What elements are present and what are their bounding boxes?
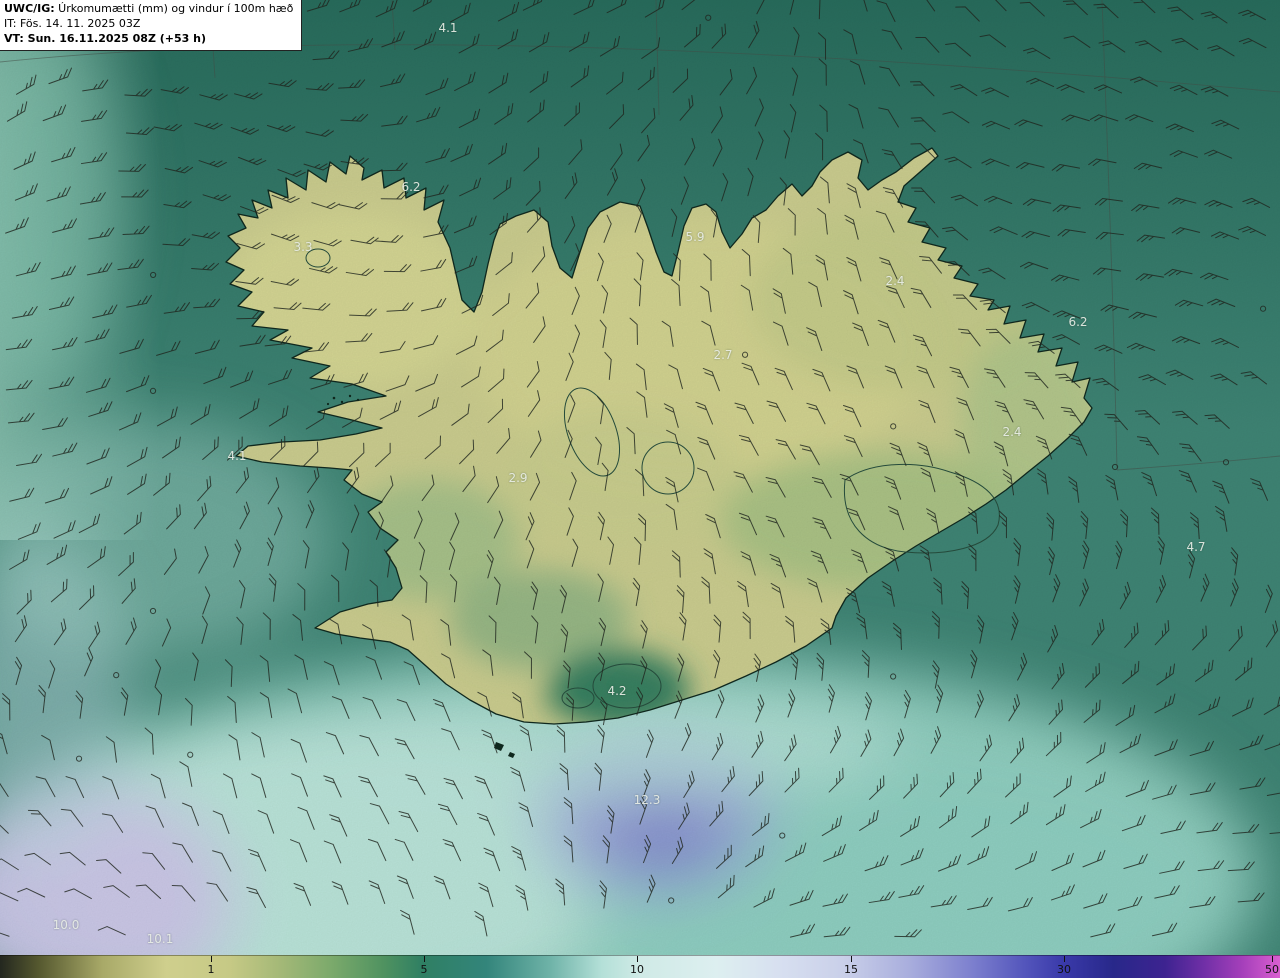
colorbar-tick-mark [851, 956, 852, 962]
title-box: UWC/IG: Úrkomumætti (mm) og vindur í 100… [0, 0, 303, 51]
colorbar-tick-mark [1272, 956, 1273, 962]
init-time-line: IT: Fös. 14. 11. 2025 03Z [4, 16, 141, 30]
colorbar-tick-label: 30 [1057, 963, 1071, 976]
model-title-line: UWC/IG: Úrkomumætti (mm) og vindur í 100… [4, 2, 293, 17]
model-title-text: Úrkomumætti (mm) og vindur í 100m hæð [54, 2, 294, 15]
colorbar-tick-mark [1064, 956, 1065, 962]
valid-time-line: VT: Sun. 16.11.2025 08Z (+53 h) [4, 31, 207, 45]
grain-texture [0, 0, 1280, 978]
colorbar-tick-mark [424, 956, 425, 962]
colorbar-tick-label: 5 [420, 963, 428, 976]
colorbar-tick-label: 50 [1265, 963, 1279, 976]
colorbar: 1 5 10 15 30 50 [0, 955, 1280, 978]
colorbar-tick-mark [637, 956, 638, 962]
colorbar-tick-label: 15 [844, 963, 858, 976]
model-label: UWC/IG: [4, 2, 55, 15]
weather-map-stage: 4.1 6.2 3.3 5.9 2.4 6.2 2.7 2.4 4.1 2.9 4.7 4.2 12.3… [0, 0, 1280, 978]
precipitation-wind-map [0, 0, 1280, 978]
colorbar-tick-label: 1 [207, 963, 215, 976]
colorbar-tick-label: 10 [630, 963, 644, 976]
colorbar-tick-mark [211, 956, 212, 962]
